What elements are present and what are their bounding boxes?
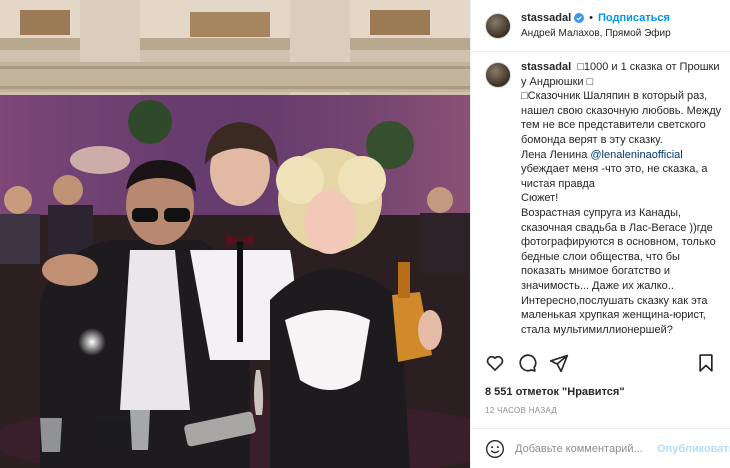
header-text: stassadal • Подписаться Андрей Малахов, … xyxy=(521,11,671,41)
author-avatar[interactable] xyxy=(485,12,511,39)
share-icon[interactable] xyxy=(549,353,569,373)
comments-area[interactable]: stassadal □1000 и 1 сказка от Прошки у А… xyxy=(485,60,722,342)
post-photo-image xyxy=(0,0,470,468)
post-sidebar: stassadal • Подписаться Андрей Малахов, … xyxy=(470,0,730,468)
likes-count[interactable]: 8 551 отметок "Нравится" xyxy=(485,386,625,398)
comment-icon[interactable] xyxy=(517,353,537,373)
verified-badge-icon xyxy=(574,13,585,23)
bookmark-icon[interactable] xyxy=(696,353,716,373)
heart-icon[interactable] xyxy=(485,353,505,373)
post-actions xyxy=(485,350,716,376)
post-header: stassadal • Подписаться Андрей Малахов, … xyxy=(471,0,730,52)
caption-author-avatar[interactable] xyxy=(485,62,511,88)
caption-row: stassadal □1000 и 1 сказка от Прошки у А… xyxy=(485,60,722,337)
caption-line-2: □Сказочник Шаляпин в который раз, нашел … xyxy=(521,90,722,146)
post-caption: stassadal □1000 и 1 сказка от Прошки у А… xyxy=(521,60,722,337)
caption-mention-link[interactable]: @lenaleninaofficial xyxy=(590,149,682,161)
post-photo[interactable] xyxy=(0,0,470,468)
author-username[interactable]: stassadal xyxy=(521,11,571,26)
header-separator: • xyxy=(589,11,594,24)
caption-line-3: Лена Ленина xyxy=(521,148,591,161)
caption-username[interactable]: stassadal xyxy=(521,61,571,73)
caption-line-4: Сюжет! xyxy=(521,192,559,205)
caption-mention-after: убеждает меня -что это, не сказка, а чис… xyxy=(521,163,708,190)
comment-input[interactable] xyxy=(515,442,657,455)
publish-button[interactable]: Опубликовать xyxy=(657,443,730,455)
caption-line-5: Возрастная супруга из Канады, сказочная … xyxy=(521,206,716,336)
post-location[interactable]: Андрей Малахов, Прямой Эфир xyxy=(521,26,671,41)
add-comment-bar: Опубликовать xyxy=(471,428,730,468)
post-timestamp[interactable]: 12 ЧАСОВ НАЗАД xyxy=(485,406,557,415)
follow-button[interactable]: Подписаться xyxy=(598,11,670,26)
emoji-icon[interactable] xyxy=(485,439,505,459)
header-top-line: stassadal • Подписаться xyxy=(521,11,671,26)
